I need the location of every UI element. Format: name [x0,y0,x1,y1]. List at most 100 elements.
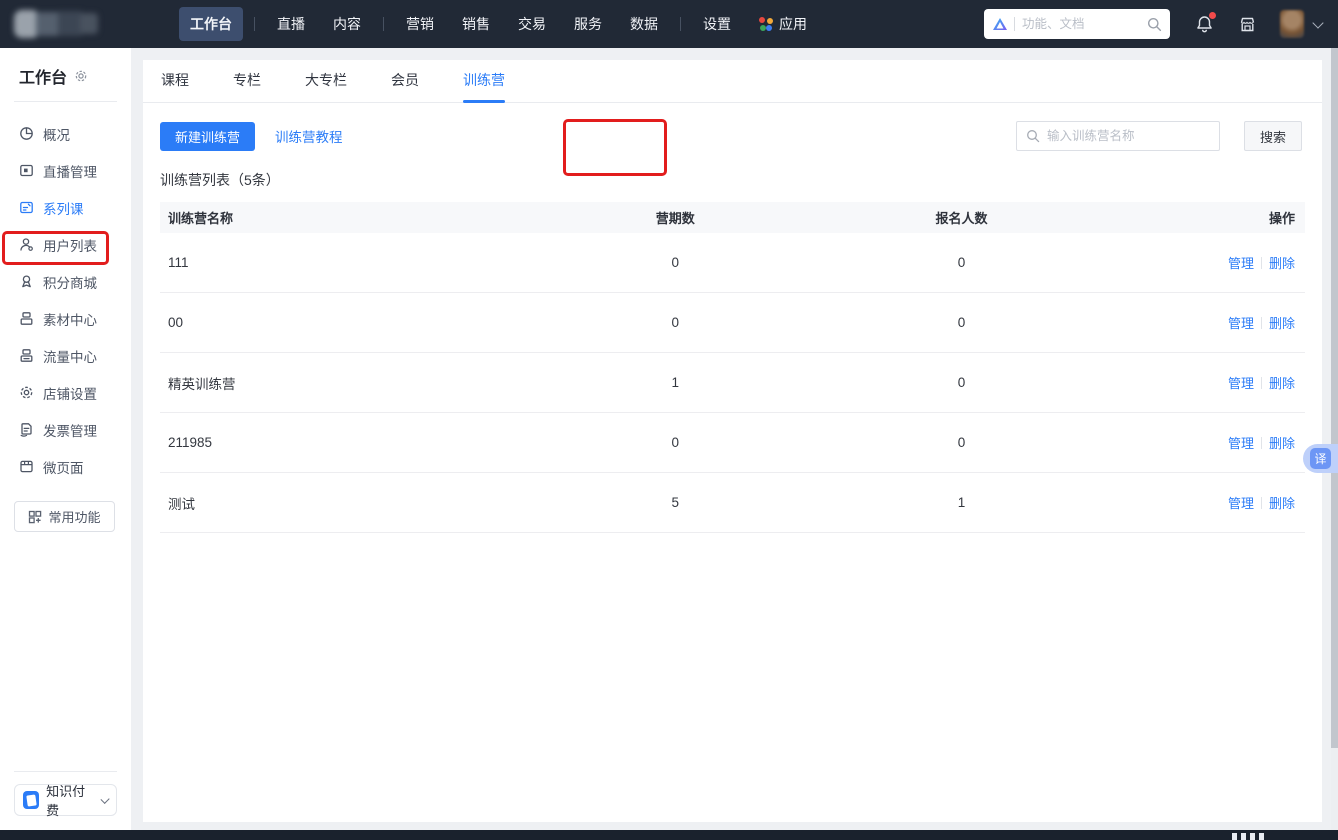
navbar-right [984,9,1324,39]
sidebar-item-series-course[interactable]: 系列课 [0,189,131,226]
delete-link[interactable]: 删除 [1269,253,1295,272]
common-functions-button[interactable]: 常用功能 [14,501,115,532]
camp-signups: 0 [957,435,966,450]
manage-link[interactable]: 管理 [1228,313,1254,332]
app-logo [14,8,104,40]
nav-item-sales[interactable]: 销售 [451,7,501,41]
tab-course[interactable]: 课程 [161,60,189,103]
manage-link[interactable]: 管理 [1228,433,1254,452]
nav-item-marketing[interactable]: 营销 [395,7,445,41]
translate-float-button[interactable]: 译 [1303,444,1338,473]
taskbar-clock-fragment [1232,833,1264,840]
sidebar-item-live-management[interactable]: 直播管理 [0,152,131,189]
manage-link[interactable]: 管理 [1228,493,1254,512]
action-divider [1260,316,1262,329]
tab-column[interactable]: 专栏 [233,60,261,103]
nav-item-content[interactable]: 内容 [322,7,372,41]
shop-entry[interactable] [1239,16,1256,33]
sidebar-item-label: 素材中心 [43,312,97,328]
action-divider [1260,256,1262,269]
camp-periods: 0 [671,435,679,450]
camp-periods: 0 [671,315,679,330]
sidebar-item-label: 发票管理 [43,423,97,439]
extension-triangle-icon [993,18,1007,30]
grid-plus-icon [29,510,42,523]
workbench-gear-icon[interactable] [74,69,88,83]
sidebar-divider [14,101,117,102]
app-switcher-knowledge-pay[interactable]: 知识付费 [14,784,117,818]
sidebar-item-label: 用户列表 [43,238,97,254]
manage-link[interactable]: 管理 [1228,253,1254,272]
nav-item-data[interactable]: 数据 [619,7,669,41]
column-header-periods: 营期数 [655,211,695,226]
gear-icon [20,386,33,399]
sidebar-item-overview[interactable]: 概况 [0,115,131,152]
app-switcher-chevron-down-icon [100,794,110,804]
camp-signups: 0 [957,255,966,270]
delete-link[interactable]: 删除 [1269,433,1295,452]
nav-item-service[interactable]: 服务 [563,7,613,41]
search-icon[interactable] [1147,17,1162,32]
training-camp-tutorial-link[interactable]: 训练营教程 [275,126,343,146]
nav-item-apps-label: 应用 [779,16,807,32]
sidebar-item-user-list[interactable]: 用户列表 [0,226,131,263]
sidebar-item-label: 积分商城 [43,275,97,291]
notification-badge [1209,12,1216,19]
global-search-input[interactable] [1022,17,1147,31]
new-training-camp-button[interactable]: 新建训练营 [160,121,256,151]
sidebar-item-label: 直播管理 [43,164,97,180]
manage-link[interactable]: 管理 [1228,373,1254,392]
toolbar: 新建训练营 训练营教程 搜索 [160,121,1302,151]
sidebar-item-micro-page[interactable]: 微页面 [0,448,131,485]
sidebar-item-points-mall[interactable]: 积分商城 [0,263,131,300]
camp-name: 111 [168,255,189,270]
nav-item-apps[interactable]: 应用 [748,7,818,41]
search-icon [1027,130,1040,143]
delete-link[interactable]: 删除 [1269,313,1295,332]
notification-bell[interactable] [1196,12,1216,33]
action-divider [1260,376,1262,389]
camp-name: 测试 [168,496,195,512]
nav-item-settings[interactable]: 设置 [692,7,742,41]
sidebar-item-traffic-center[interactable]: 流量中心 [0,337,131,374]
table-row: 精英训练营 1 0 管理 删除 [160,353,1305,413]
search-button[interactable]: 搜索 [1244,121,1302,151]
global-search-box[interactable] [984,9,1170,39]
camp-name: 精英训练营 [168,376,236,392]
scrollbar-thumb[interactable] [1331,48,1338,748]
tab-member[interactable]: 会员 [391,60,419,103]
material-center-icon [20,312,33,325]
camp-periods: 5 [671,495,679,510]
camp-search-input[interactable] [1047,129,1210,143]
nav-separator [680,17,681,31]
apps-clover-icon [759,17,773,31]
tab-training-camp[interactable]: 训练营 [463,60,505,103]
nav-item-workbench[interactable]: 工作台 [179,7,243,41]
delete-link[interactable]: 删除 [1269,373,1295,392]
nav-item-trade[interactable]: 交易 [507,7,557,41]
sidebar-bottom-divider [14,771,117,772]
sidebar-item-shop-settings[interactable]: 店铺设置 [0,374,131,411]
nav-item-live[interactable]: 直播 [266,7,316,41]
main-content-card: 课程 专栏 大专栏 会员 训练营 新建训练营 训练营教程 搜索 训练营列表（5条… [143,60,1322,822]
live-icon [20,164,33,177]
action-divider [1260,496,1262,509]
camp-signups: 0 [957,375,966,390]
sidebar-item-invoice-management[interactable]: 发票管理 [0,411,131,448]
delete-link[interactable]: 删除 [1269,493,1295,512]
camp-search-box[interactable] [1016,121,1220,151]
sidebar-item-material-center[interactable]: 素材中心 [0,300,131,337]
account-chevron-down-icon[interactable] [1312,16,1324,29]
sidebar-item-label: 微页面 [43,460,84,476]
points-mall-icon [22,275,31,288]
camp-periods: 0 [671,255,679,270]
content-tabs: 课程 专栏 大专栏 会员 训练营 [143,60,1322,103]
training-camp-table: 训练营名称 营期数 报名人数 操作 111 0 0 管理 删除 00 0 0 管… [160,202,1305,533]
action-divider [1260,436,1262,449]
invoice-icon [20,423,32,437]
sidebar-item-label: 店铺设置 [43,386,97,402]
camp-name: 00 [168,315,184,330]
sidebar-item-label: 概况 [43,127,70,143]
tab-big-column[interactable]: 大专栏 [305,60,347,103]
user-avatar[interactable] [1280,10,1304,38]
